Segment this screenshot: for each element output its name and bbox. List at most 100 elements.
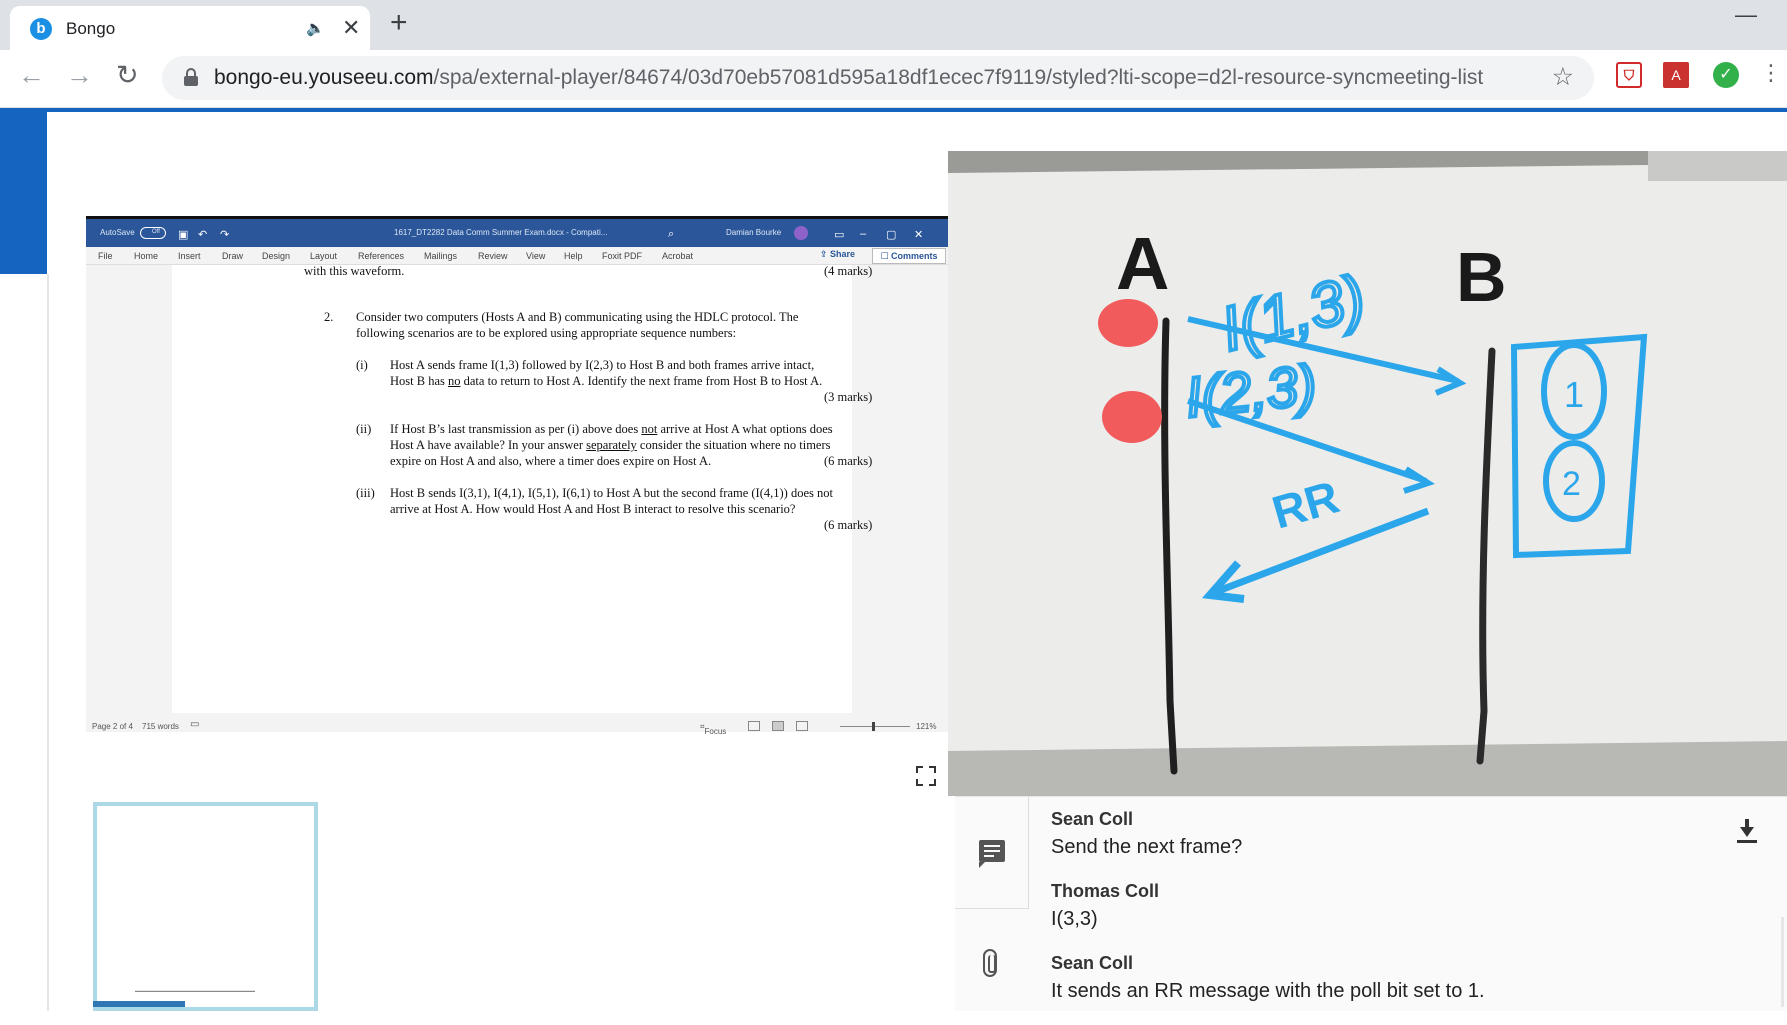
save-icon[interactable]: ▣ — [178, 228, 188, 241]
document-page: with this waveform. (4 marks) 2. Conside… — [172, 264, 872, 713]
ribbon-tab[interactable]: View — [526, 251, 545, 261]
address-bar[interactable]: bongo-eu.youseeu.com/spa/external-player… — [162, 56, 1594, 100]
zoom-slider-handle[interactable] — [872, 722, 875, 731]
minimize-window-icon[interactable]: — — [1735, 2, 1757, 28]
doc-text: If Host B’s last transmission as per (i)… — [390, 422, 833, 436]
zoom-level[interactable]: 121% — [916, 722, 936, 731]
read-mode-icon[interactable] — [748, 721, 760, 731]
whiteboard-video: A B I(1,3) I(2,3) RR 1 2 — [948, 151, 1787, 796]
ribbon-tab[interactable]: Layout — [310, 251, 337, 261]
fullscreen-icon[interactable] — [916, 766, 936, 786]
scrollbar[interactable] — [1781, 917, 1784, 1007]
message-text: It sends an RR message with the poll bit… — [1051, 980, 1485, 1002]
print-layout-icon[interactable] — [772, 721, 784, 731]
ribbon-tab[interactable]: Review — [478, 251, 508, 261]
doc-text: with this waveform. — [304, 264, 405, 278]
buffer-slot-label: 1 — [1564, 374, 1584, 415]
chat-panel: Sean Coll Send the next frame? Thomas Co… — [955, 796, 1787, 1011]
message-list: Sean Coll Send the next frame? Thomas Co… — [1051, 809, 1751, 1025]
ribbon-tab[interactable]: Insert — [178, 251, 201, 261]
chat-sidebar — [955, 797, 1029, 1012]
word-title-bar: AutoSave Off ▣ ↶ ↷ 1617_DT2282 Data Comm… — [86, 219, 948, 247]
red-tick-mark — [1102, 391, 1162, 443]
tab-title: Bongo — [66, 19, 116, 38]
thumbnail-footer: ▬▬▬▬▬▬▬▬▬▬▬▬▬▬▬▬▬▬▬▬▬▬▬▬▬▬▬▬▬▬ — [135, 988, 255, 993]
message-author: Sean Coll — [1051, 809, 1134, 829]
ribbon-display-icon[interactable]: ▭ — [834, 228, 844, 241]
ribbon-tab[interactable]: Draw — [222, 251, 243, 261]
list-item: Sean Coll It sends an RR message with th… — [1051, 953, 1751, 1003]
leaf-extension-icon[interactable]: ✓ — [1713, 62, 1739, 88]
doc-text: Host A have available? In your answer se… — [390, 438, 831, 452]
search-icon[interactable]: ⌕ — [668, 228, 674, 241]
ribbon-tab[interactable]: File — [98, 251, 113, 261]
message-text: Send the next frame? — [1051, 836, 1243, 858]
message-author: Sean Coll — [1051, 953, 1134, 973]
attachment-icon[interactable] — [983, 949, 997, 977]
close-tab-icon[interactable]: ✕ — [342, 15, 360, 41]
redo-icon[interactable]: ↷ — [220, 228, 229, 241]
chat-tab[interactable] — [955, 797, 1029, 909]
focus-button[interactable]: ⌗ Focus — [700, 722, 726, 736]
reload-icon[interactable]: ↻ — [116, 60, 139, 91]
comments-button[interactable]: ☐ Comments — [872, 248, 946, 264]
bongo-favicon-icon: b — [30, 18, 52, 40]
part-label: (ii) — [356, 422, 372, 436]
word-status-bar: Page 2 of 4 715 words ▭ ⌗ Focus 121% — [86, 717, 948, 736]
doc-text: Host B sends I(3,1), I(4,1), I(5,1), I(6… — [390, 486, 833, 500]
back-arrow-icon[interactable]: ← — [18, 60, 45, 91]
ribbon-tab[interactable]: Foxit PDF — [602, 251, 642, 261]
part-label: (iii) — [356, 486, 375, 500]
divider — [47, 274, 49, 1011]
word-count: 715 words — [142, 722, 179, 731]
app-side-accent — [0, 108, 47, 274]
download-icon[interactable] — [1735, 819, 1759, 845]
list-item: Thomas Coll I(3,3) — [1051, 881, 1751, 931]
ribbon-tab[interactable]: Design — [262, 251, 290, 261]
thumbnail-progress — [93, 1001, 185, 1007]
buffer-slot-label: 2 — [1562, 465, 1581, 503]
pocket-extension-icon[interactable]: ⛉ — [1616, 62, 1642, 88]
ribbon-tab[interactable]: Mailings — [424, 251, 457, 261]
browser-tab[interactable]: b Bongo 🔈 ✕ — [10, 6, 370, 50]
ribbon-tab[interactable]: References — [358, 251, 404, 261]
doc-text: following scenarios are to be explored u… — [356, 326, 737, 340]
avatar[interactable] — [794, 226, 808, 240]
new-tab-icon[interactable]: + — [390, 6, 408, 40]
restore-icon[interactable]: ▢ — [886, 228, 896, 241]
lock-icon[interactable] — [184, 68, 198, 86]
doc-marks: (4 marks) — [824, 264, 873, 278]
speaker-icon[interactable]: 🔈 — [306, 19, 325, 37]
doc-marks: (3 marks) — [824, 390, 873, 404]
acrobat-extension-icon[interactable]: A — [1663, 62, 1689, 88]
doc-marks: (6 marks) — [824, 454, 873, 468]
tab-strip: b Bongo 🔈 ✕ + — — [0, 0, 1787, 50]
autosave-label: AutoSave — [100, 228, 135, 237]
app-header-bar — [0, 108, 1787, 112]
doc-text: Host A sends frame I(1,3) followed by I(… — [390, 358, 815, 372]
share-button[interactable]: ⇪ Share — [820, 249, 862, 263]
camera-feed: A B I(1,3) I(2,3) RR 1 2 — [948, 151, 1787, 796]
close-icon[interactable]: ✕ — [914, 228, 923, 241]
url-text[interactable]: bongo-eu.youseeu.com/spa/external-player… — [214, 66, 1483, 90]
zoom-slider[interactable] — [840, 726, 910, 727]
proofing-icon[interactable]: ▭ — [190, 719, 199, 730]
shared-screen: AutoSave Off ▣ ↶ ↷ 1617_DT2282 Data Comm… — [86, 216, 948, 736]
question-number: 2. — [324, 310, 334, 324]
minimize-icon[interactable]: – — [860, 228, 866, 240]
red-tick-mark — [1098, 299, 1158, 347]
forward-arrow-icon[interactable]: → — [66, 60, 93, 91]
list-item: Sean Coll Send the next frame? — [1051, 809, 1751, 859]
web-layout-icon[interactable] — [796, 721, 808, 731]
ribbon-tab[interactable]: Home — [134, 251, 158, 261]
ribbon-tab[interactable]: Help — [564, 251, 583, 261]
browser-menu-icon[interactable]: ⋮ — [1760, 60, 1782, 86]
bookmark-star-icon[interactable]: ☆ — [1552, 62, 1574, 92]
chat-icon[interactable] — [979, 840, 1005, 868]
undo-icon[interactable]: ↶ — [198, 228, 207, 241]
page-thumbnail[interactable]: ▬▬▬▬▬▬▬▬▬▬▬▬▬▬▬▬▬▬▬▬▬▬▬▬▬▬▬▬▬▬ — [93, 802, 318, 1011]
message-text: I(3,3) — [1051, 908, 1098, 930]
doc-text: arrive at Host A. How would Host A and H… — [390, 502, 796, 516]
ribbon-tab[interactable]: Acrobat — [662, 251, 693, 261]
host-a-label: A — [1116, 222, 1169, 305]
